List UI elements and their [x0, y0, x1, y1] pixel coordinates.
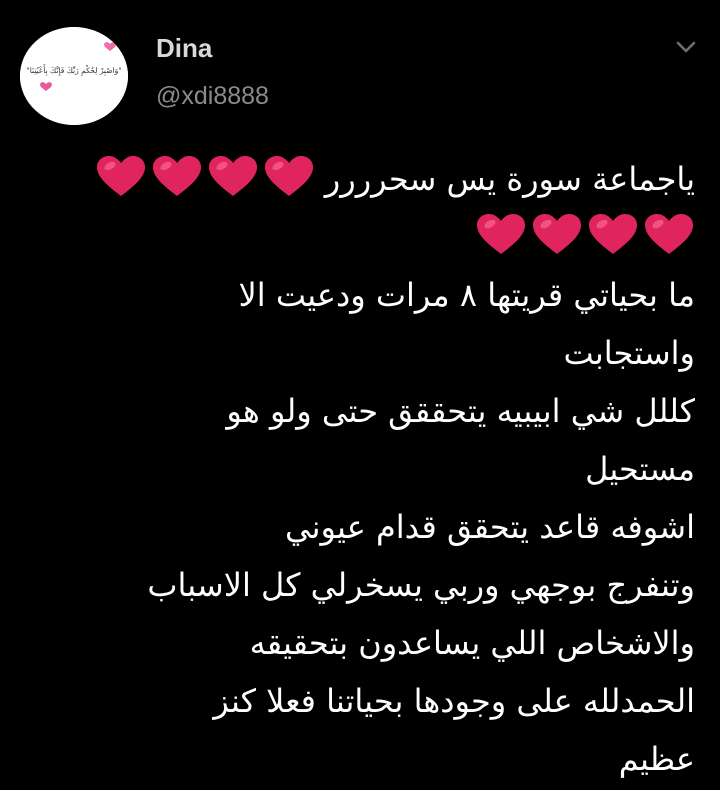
tweet-text-line: ياجماعة سورة يس سحرررر: [30, 150, 695, 208]
tweet-text-line: مستحيل: [30, 440, 695, 498]
hearts-group: [91, 150, 315, 208]
red-heart-icon: [263, 154, 315, 200]
author-display-name[interactable]: Dina: [156, 33, 212, 64]
avatar-image: "وَاصْبِرْ لِحُكْمِ رَبِّكَ فَإِنَّكَ بِ…: [20, 27, 128, 125]
tweet-text-line-content: ما بحياتي قريتها ٨ مرات ودعيت الا: [238, 276, 696, 314]
tweet-text-line: [30, 208, 695, 266]
tweet-text-line-content: وتنفرج بوجهي وربي يسخرلي كل الاسباب: [147, 566, 695, 604]
tweet-text-line-content: والاشخاص اللي يساعدون بتحقيقه: [249, 624, 695, 662]
tweet-text-line: وتنفرج بوجهي وربي يسخرلي كل الاسباب: [30, 556, 695, 614]
red-heart-icon: [151, 154, 203, 200]
tweet-text-line-content: ياجماعة سورة يس سحرررر: [324, 160, 695, 198]
hearts-group: [471, 208, 695, 266]
tweet-text-line: الحمدلله على وجودها بحياتنا فعلا كنز: [30, 672, 695, 730]
red-heart-icon: [643, 212, 695, 258]
red-heart-icon: [207, 154, 259, 200]
avatar[interactable]: "وَاصْبِرْ لِحُكْمِ رَبِّكَ فَإِنَّكَ بِ…: [20, 27, 128, 125]
tweet-text: ياجماعة سورة يس سحرررر ما بحياتي قريتها …: [30, 150, 695, 788]
tweet-text-line-content: عظيم: [618, 740, 695, 778]
tweet-text-line-content: كللل شي ابيبيه يتحققق حتى ولو هو: [226, 392, 695, 430]
chevron-down-icon: [676, 41, 696, 53]
red-heart-icon: [95, 154, 147, 200]
tweet-text-line: واستجابت: [30, 324, 695, 382]
red-heart-icon: [587, 212, 639, 258]
tweet-text-line-content: الحمدلله على وجودها بحياتنا فعلا كنز: [213, 682, 695, 720]
red-heart-icon: [475, 212, 527, 258]
tweet-text-line: عظيم: [30, 730, 695, 788]
tweet-menu-button[interactable]: [672, 36, 700, 58]
tweet-text-line-content: اشوفه قاعد يتحقق قدام عيوني: [284, 508, 695, 546]
author-handle[interactable]: @xdi8888: [156, 82, 269, 111]
tweet-text-line-content: مستحيل: [585, 450, 695, 488]
tweet-text-line: اشوفه قاعد يتحقق قدام عيوني: [30, 498, 695, 556]
tweet-text-line: كللل شي ابيبيه يتحققق حتى ولو هو: [30, 382, 695, 440]
tweet-text-line: ما بحياتي قريتها ٨ مرات ودعيت الا: [30, 266, 696, 324]
red-heart-icon: [531, 212, 583, 258]
tweet-text-line: والاشخاص اللي يساعدون بتحقيقه: [30, 614, 695, 672]
tweet-card[interactable]: "وَاصْبِرْ لِحُكْمِ رَبِّكَ فَإِنَّكَ بِ…: [0, 0, 720, 790]
tweet-text-line-content: واستجابت: [563, 334, 695, 372]
